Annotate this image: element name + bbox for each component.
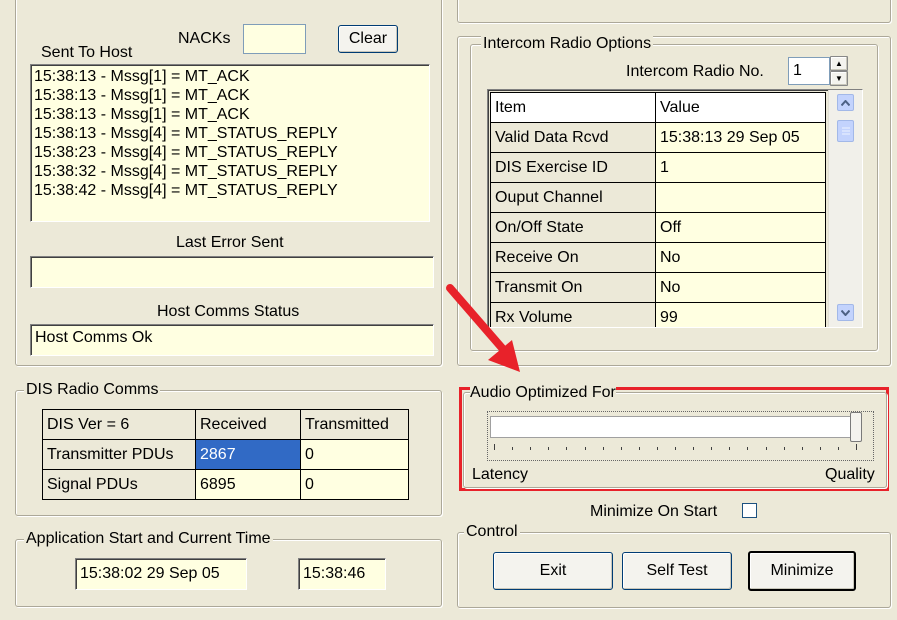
table-cell[interactable]: 15:38:13 29 Sep 05 xyxy=(655,122,826,153)
list-item[interactable]: 15:38:13 - Mssg[1] = MT_ACK xyxy=(31,86,429,105)
nacks-field[interactable] xyxy=(243,24,306,54)
table-row: Receive On No xyxy=(490,242,826,273)
chevron-up-icon xyxy=(841,99,850,106)
table-row: Signal PDUs 6895 0 xyxy=(42,469,409,500)
intercom-scrollbar[interactable] xyxy=(828,90,862,327)
table-cell[interactable]: 2867 xyxy=(195,439,301,470)
last-error-label: Last Error Sent xyxy=(176,234,284,251)
sent-to-host-label: Sent To Host xyxy=(41,44,133,61)
table-row: Valid Data Rcvd 15:38:13 29 Sep 05 xyxy=(490,122,826,153)
table-cell[interactable]: 99 xyxy=(655,302,826,327)
table-header: Transmitted xyxy=(300,409,409,440)
table-cell[interactable]: 6895 xyxy=(195,469,301,500)
table-row: Ouput Channel xyxy=(490,182,826,213)
table-cell[interactable]: 1 xyxy=(655,152,826,183)
table-header: DIS Ver = 6 xyxy=(42,409,196,440)
current-time-field: 15:38:46 xyxy=(298,558,386,590)
list-item[interactable]: 15:38:13 - Mssg[1] = MT_ACK xyxy=(31,67,429,86)
latency-label: Latency xyxy=(472,466,529,483)
minimize-button[interactable]: Minimize xyxy=(748,551,856,591)
intercom-radio-title: Intercom Radio Options xyxy=(481,35,654,53)
slider-ticks xyxy=(494,444,857,450)
annotation-arrow-icon xyxy=(446,284,520,372)
start-time-field: 15:38:02 29 Sep 05 xyxy=(75,558,247,590)
top-right-panel xyxy=(457,0,891,23)
scroll-thumb[interactable] xyxy=(837,120,854,142)
row-label: Ouput Channel xyxy=(490,182,656,213)
scroll-down-button[interactable] xyxy=(837,304,854,321)
clear-button[interactable]: Clear xyxy=(338,25,398,53)
row-label: Valid Data Rcvd xyxy=(490,122,656,153)
list-item[interactable]: 15:38:23 - Mssg[4] = MT_STATUS_REPLY xyxy=(31,143,429,162)
chevron-down-icon xyxy=(841,309,850,316)
table-cell[interactable]: 0 xyxy=(300,469,409,500)
minimize-on-start-checkbox[interactable] xyxy=(742,503,757,518)
spinner-down-button[interactable]: ▼ xyxy=(830,71,848,86)
table-row: On/Off State Off xyxy=(490,212,826,243)
exit-button[interactable]: Exit xyxy=(493,552,613,590)
quality-label: Quality xyxy=(825,466,875,483)
table-row: Transmitter PDUs 2867 0 xyxy=(42,439,409,470)
row-label: Transmitter PDUs xyxy=(42,439,196,470)
list-item[interactable]: 15:38:42 - Mssg[4] = MT_STATUS_REPLY xyxy=(31,181,429,200)
audio-slider[interactable] xyxy=(487,411,874,461)
table-header: Item xyxy=(490,92,656,123)
last-error-field xyxy=(30,256,434,288)
control-title: Control xyxy=(464,523,520,541)
row-label: Signal PDUs xyxy=(42,469,196,500)
table-cell[interactable]: No xyxy=(655,272,826,303)
host-comms-status-field: Host Comms Ok xyxy=(30,324,434,356)
host-comms-status-label: Host Comms Status xyxy=(157,303,300,320)
nacks-label: NACKs xyxy=(178,30,231,47)
table-cell[interactable] xyxy=(655,182,826,213)
self-test-button[interactable]: Self Test xyxy=(622,552,732,590)
row-label: DIS Exercise ID xyxy=(490,152,656,183)
dis-radio-comms-title: DIS Radio Comms xyxy=(24,381,161,399)
app-time-title: Application Start and Current Time xyxy=(24,530,273,548)
intercom-spinner[interactable]: ▲ ▼ xyxy=(830,56,848,86)
scroll-up-button[interactable] xyxy=(837,94,854,111)
intercom-radio-no-label: Intercom Radio No. xyxy=(626,63,764,80)
row-label: Receive On xyxy=(490,242,656,273)
list-item[interactable]: 15:38:13 - Mssg[1] = MT_ACK xyxy=(31,105,429,124)
slider-track xyxy=(490,416,860,438)
intercom-radio-no-field[interactable]: 1 xyxy=(788,57,830,85)
table-cell[interactable]: Off xyxy=(655,212,826,243)
list-item[interactable]: 15:38:32 - Mssg[4] = MT_STATUS_REPLY xyxy=(31,162,429,181)
minimize-on-start-label: Minimize On Start xyxy=(590,503,718,520)
table-row: DIS Exercise ID 1 xyxy=(490,152,826,183)
table-cell[interactable]: 0 xyxy=(300,439,409,470)
slider-thumb[interactable] xyxy=(850,412,862,442)
grip-icon xyxy=(841,127,850,135)
table-header: Received xyxy=(195,409,301,440)
sent-to-host-list[interactable]: 15:38:13 - Mssg[1] = MT_ACK 15:38:13 - M… xyxy=(30,64,430,222)
table-header: Value xyxy=(655,92,826,123)
table-cell[interactable]: No xyxy=(655,242,826,273)
spinner-up-button[interactable]: ▲ xyxy=(830,56,848,71)
row-label: On/Off State xyxy=(490,212,656,243)
dis-radio-table: DIS Ver = 6 Received Transmitted Transmi… xyxy=(42,409,409,500)
list-item[interactable]: 15:38:13 - Mssg[4] = MT_STATUS_REPLY xyxy=(31,124,429,143)
